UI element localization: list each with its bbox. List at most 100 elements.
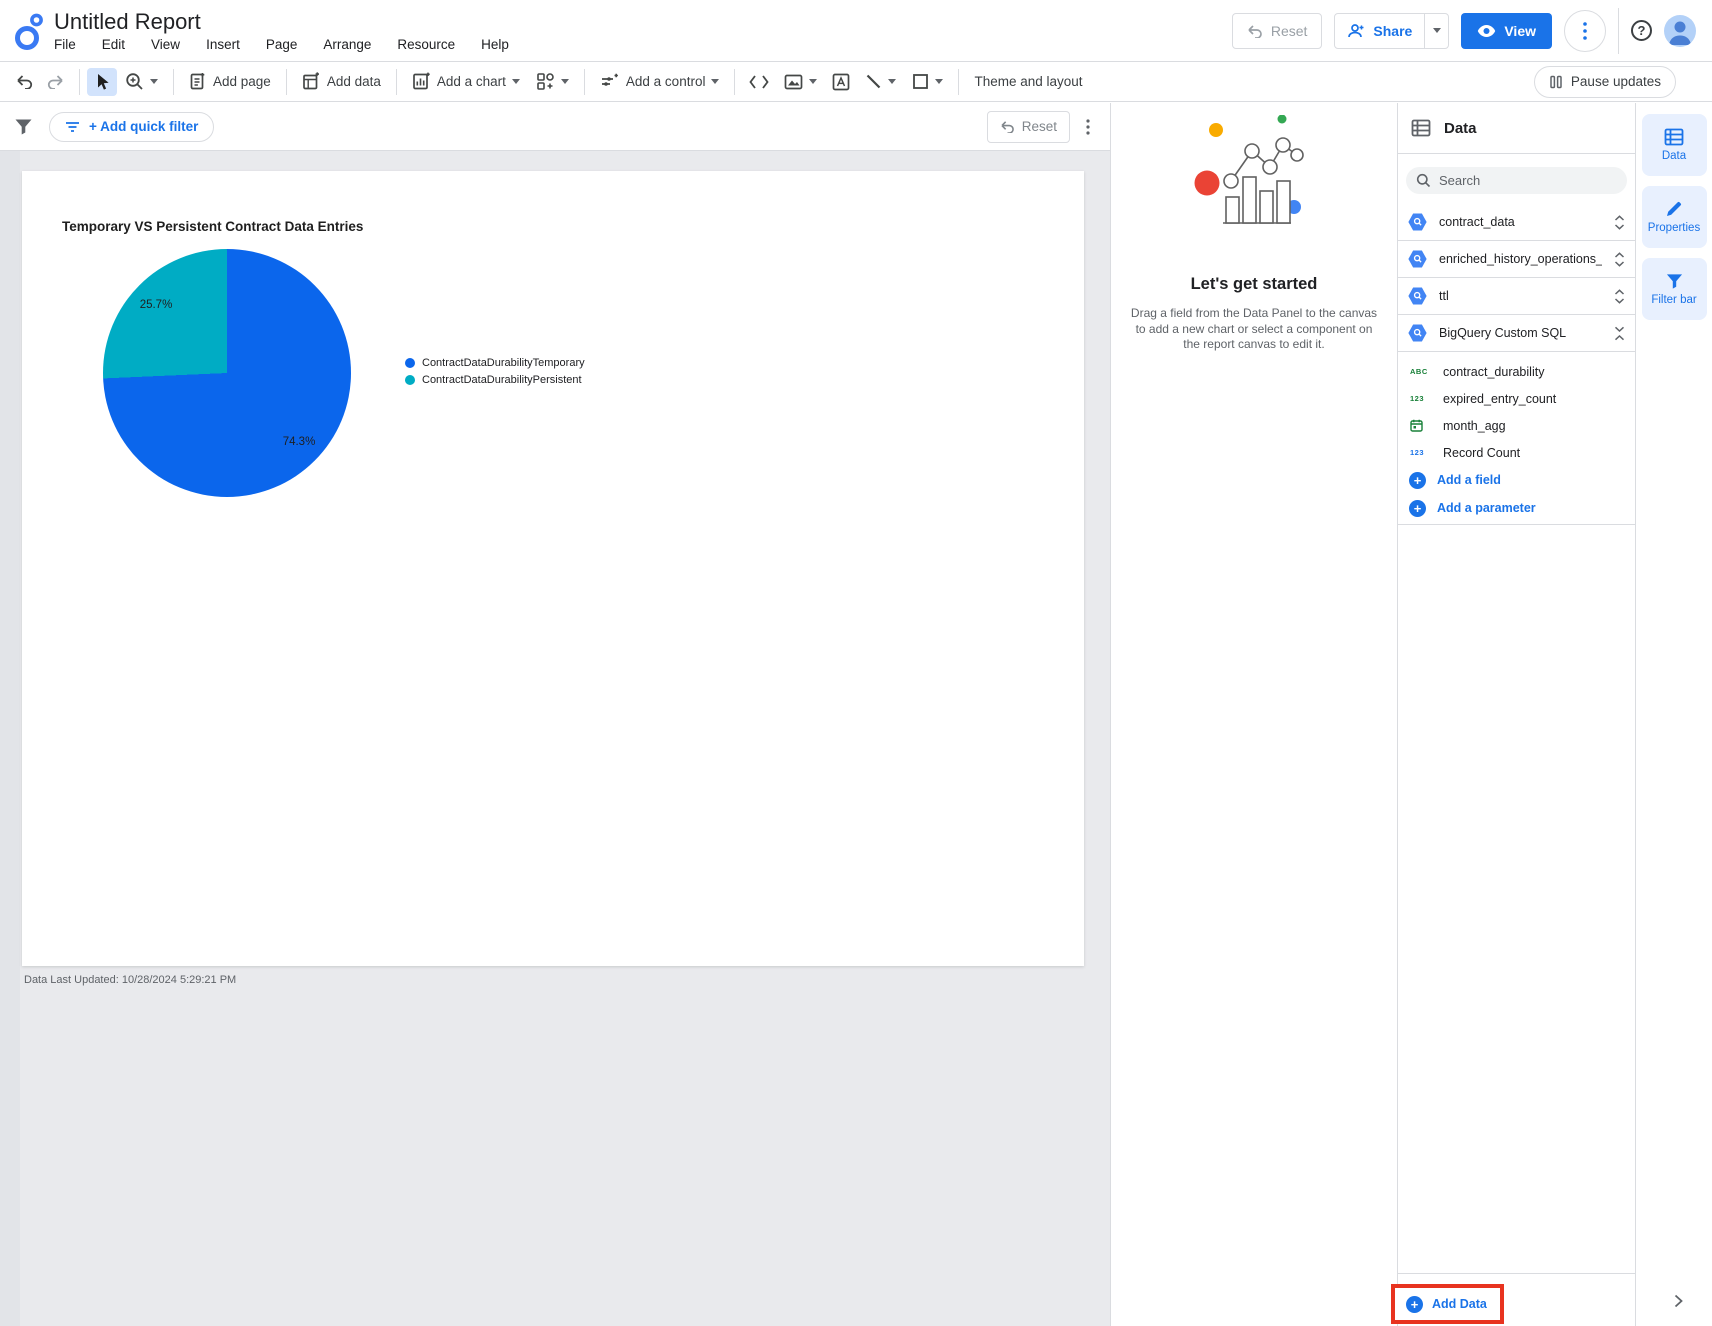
menu-view[interactable]: View [151, 37, 180, 52]
tab-data-label: Data [1661, 150, 1687, 162]
tab-properties[interactable]: Properties [1641, 186, 1707, 248]
page-title[interactable]: Untitled Report [54, 9, 509, 34]
data-source-row[interactable]: contract_data [1398, 204, 1635, 241]
field-row[interactable]: 123 expired_entry_count [1398, 385, 1635, 412]
code-icon [749, 74, 770, 89]
collapse-panel-button[interactable] [1674, 1294, 1683, 1308]
canvas-more-options-button[interactable] [1086, 118, 1090, 135]
data-last-updated: Data Last Updated: 10/28/2024 5:29:21 PM [24, 974, 237, 986]
share-button[interactable]: Share [1335, 14, 1424, 48]
unfold-more-icon[interactable] [1614, 214, 1625, 230]
legend-label: ContractDataDurabilityPersistent [422, 374, 582, 386]
data-grid-icon [1411, 119, 1431, 137]
avatar[interactable] [1664, 14, 1696, 47]
report-canvas[interactable]: Temporary VS Persistent Contract Data En… [22, 171, 1084, 966]
add-shape-button[interactable] [904, 69, 951, 94]
help-button[interactable]: ? [1631, 20, 1652, 41]
funnel-icon [15, 119, 32, 134]
pie-chart[interactable]: 25.7% 74.3% [103, 249, 351, 497]
pie-slice-label: 25.7% [139, 299, 173, 311]
pencil-icon [1667, 201, 1682, 216]
undo-button[interactable] [8, 69, 40, 94]
kebab-icon [1583, 21, 1587, 40]
metric-field-icon: 123 [1410, 448, 1425, 457]
search-box[interactable] [1406, 167, 1627, 194]
right-rail: Data Properties Filter bar [1635, 103, 1712, 1326]
community-viz-icon [537, 73, 554, 90]
unfold-more-icon[interactable] [1614, 251, 1625, 267]
canvas-reset-label: Reset [1021, 119, 1057, 134]
add-a-field-label: Add a field [1437, 473, 1501, 487]
menu-insert[interactable]: Insert [206, 37, 240, 52]
add-line-button[interactable] [857, 69, 904, 94]
menu-help[interactable]: Help [481, 37, 509, 52]
view-button[interactable]: View [1461, 12, 1552, 49]
redo-button[interactable] [40, 69, 72, 94]
person-icon [1669, 21, 1691, 45]
data-panel-footer: + Add Data [1391, 1273, 1635, 1326]
undo-icon [17, 75, 33, 89]
pie-slice-label: 74.3% [282, 436, 316, 448]
funnel-icon [1666, 273, 1682, 289]
data-source-row[interactable]: enriched_history_operations_sorob... [1398, 241, 1635, 278]
reset-button[interactable]: Reset [1231, 12, 1323, 49]
tab-data[interactable]: Data [1641, 114, 1707, 176]
bigquery-icon [1408, 287, 1427, 305]
zoom-icon [126, 73, 143, 90]
undo-icon [1001, 121, 1014, 133]
field-row[interactable]: month_agg [1398, 412, 1635, 439]
unfold-more-icon[interactable] [1614, 288, 1625, 304]
data-source-row[interactable]: ttl [1398, 278, 1635, 315]
add-data-label: Add data [326, 74, 381, 89]
add-control-icon [601, 73, 618, 86]
tab-filter-bar[interactable]: Filter bar [1641, 258, 1707, 320]
data-source-row-expanded[interactable]: BigQuery Custom SQL [1398, 315, 1635, 352]
toolbar-divider [734, 68, 736, 95]
chevron-down-icon [150, 79, 158, 84]
field-row[interactable]: ABC contract_durability [1398, 358, 1635, 385]
add-a-parameter-button[interactable]: + Add a parameter [1398, 494, 1635, 522]
theme-and-layout-button[interactable]: Theme and layout [966, 70, 1090, 93]
chart-legend: ContractDataDurabilityTemporary Contract… [405, 357, 585, 386]
data-source-name: enriched_history_operations_sorob... [1439, 252, 1602, 266]
add-control-button[interactable]: Add a control [592, 69, 728, 94]
add-chart-label: Add a chart [436, 74, 506, 89]
toolbar-divider [395, 68, 397, 95]
zoom-tool-button[interactable] [117, 68, 166, 95]
field-row[interactable]: 123 Record Count [1398, 439, 1635, 466]
add-data-footer-button[interactable]: Add Data [1432, 1297, 1487, 1311]
text-field-icon: ABC [1410, 367, 1428, 376]
canvas-reset-button[interactable]: Reset [986, 110, 1070, 143]
tab-filter-bar-label: Filter bar [1651, 293, 1697, 306]
add-quick-filter-button[interactable]: + Add quick filter [49, 111, 215, 142]
add-text-button[interactable] [825, 68, 857, 96]
menu-page[interactable]: Page [266, 37, 298, 52]
pause-updates-button[interactable]: Pause updates [1533, 65, 1676, 98]
embed-code-button[interactable] [742, 70, 776, 94]
add-data-button[interactable]: Add data [294, 68, 389, 95]
image-icon [785, 74, 803, 89]
menu-arrange[interactable]: Arrange [323, 37, 371, 52]
add-chart-button[interactable]: Add a chart [404, 68, 528, 95]
menu-edit[interactable]: Edit [102, 37, 125, 52]
menu-file[interactable]: File [54, 37, 76, 52]
search-input[interactable] [1439, 173, 1599, 188]
menu-resource[interactable]: Resource [397, 37, 455, 52]
chevron-down-icon [935, 79, 944, 84]
add-page-button[interactable]: Add page [181, 68, 279, 95]
share-options-button[interactable] [1424, 13, 1448, 48]
add-image-button[interactable] [776, 70, 825, 94]
add-page-label: Add page [213, 74, 271, 89]
select-tool-button[interactable] [87, 67, 117, 96]
toolbar-divider [958, 68, 960, 95]
theme-and-layout-label: Theme and layout [974, 74, 1083, 89]
person-add-icon [1348, 23, 1364, 37]
plus-circle-icon: + [1409, 471, 1426, 489]
legend-item: ContractDataDurabilityTemporary [405, 357, 585, 369]
add-a-field-button[interactable]: + Add a field [1398, 466, 1635, 494]
unfold-less-icon[interactable] [1614, 326, 1625, 341]
more-options-button[interactable] [1564, 9, 1606, 52]
redo-icon [47, 75, 63, 89]
community-visualizations-button[interactable] [528, 68, 577, 95]
legend-dot [405, 375, 415, 385]
